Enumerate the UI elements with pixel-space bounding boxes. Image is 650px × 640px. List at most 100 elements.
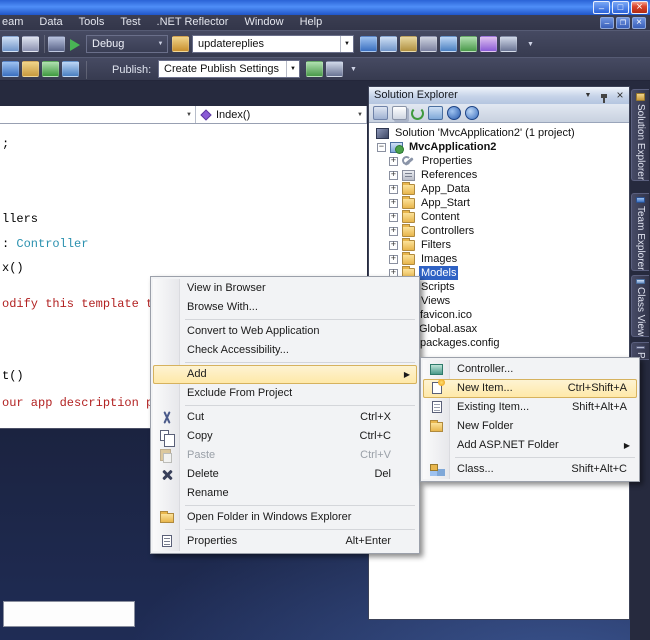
menu-item-check-accessibility[interactable]: Check Accessibility...: [153, 341, 417, 360]
object-browser-icon[interactable]: [440, 36, 457, 52]
panel-title: Solution Explorer: [374, 87, 458, 104]
menu-item-properties[interactable]: Properties Alt+Enter: [153, 532, 417, 551]
menu-item-new-folder[interactable]: New Folder: [423, 417, 637, 436]
menu-item-existing-item[interactable]: Existing Item... Shift+Alt+A: [423, 398, 637, 417]
minimize-button[interactable]: [593, 1, 610, 14]
publish-settings-dropdown[interactable]: Create Publish Settings: [158, 60, 300, 78]
sync-icon[interactable]: [62, 61, 79, 77]
tree-item-controllers[interactable]: Controllers: [369, 224, 629, 238]
menu-net-reflector[interactable]: .NET Reflector: [149, 15, 237, 30]
tab-solution-explorer[interactable]: Solution Explorer: [631, 89, 649, 181]
method-icon: [200, 109, 211, 120]
view-class-diagram-icon[interactable]: [428, 106, 443, 120]
expand-icon[interactable]: [389, 213, 398, 222]
toolbar-options-icon[interactable]: ▼: [350, 66, 357, 73]
properties-window-icon[interactable]: [380, 36, 397, 52]
tree-item-app-start[interactable]: App_Start: [369, 196, 629, 210]
save-all-icon[interactable]: [22, 36, 39, 52]
members-dropdown[interactable]: Index() ▼: [196, 106, 367, 123]
menu-window[interactable]: Window: [236, 15, 291, 30]
expand-icon[interactable]: [389, 171, 398, 180]
tree-item-solution[interactable]: Solution 'MvcApplication2' (1 project): [369, 126, 629, 140]
tree-item-project[interactable]: MvcApplication2: [369, 140, 629, 154]
find-icon[interactable]: [172, 36, 189, 52]
menu-data[interactable]: Data: [31, 15, 70, 30]
expand-icon[interactable]: [389, 199, 398, 208]
command-window-icon[interactable]: [500, 36, 517, 52]
menu-item-view-in-browser[interactable]: View in Browser: [153, 279, 417, 298]
toolbar-options-icon[interactable]: ▼: [527, 41, 534, 48]
chevron-down-icon[interactable]: [340, 36, 353, 52]
start-debugging-icon[interactable]: [70, 39, 80, 51]
tree-item-images[interactable]: Images: [369, 252, 629, 266]
error-list-icon[interactable]: [420, 36, 437, 52]
mdi-minimize-button[interactable]: [600, 17, 614, 29]
expand-icon[interactable]: [389, 241, 398, 250]
properties-icon[interactable]: [373, 106, 388, 120]
menu-item-open-folder-in-windows-explorer[interactable]: Open Folder in Windows Explorer: [153, 508, 417, 527]
find-combo[interactable]: updatereplies: [192, 35, 354, 53]
tree-item-filters[interactable]: Filters: [369, 238, 629, 252]
tree-item-properties[interactable]: Properties: [369, 154, 629, 168]
tree-item-content[interactable]: Content: [369, 210, 629, 224]
add-item-icon[interactable]: [2, 61, 19, 77]
tab-team-explorer[interactable]: Team Explorer: [631, 193, 649, 271]
view-code-icon[interactable]: [465, 106, 479, 120]
pin-icon[interactable]: [597, 89, 611, 102]
chevron-down-icon: ▼: [357, 112, 363, 118]
refresh-icon[interactable]: [42, 61, 59, 77]
solution-explorer-icon[interactable]: [360, 36, 377, 52]
expand-icon[interactable]: [389, 255, 398, 264]
menu-item-rename[interactable]: Rename: [153, 484, 417, 503]
menu-separator: [185, 405, 415, 406]
refresh-icon[interactable]: [411, 107, 424, 120]
menu-help[interactable]: Help: [292, 15, 331, 30]
menu-item-cut[interactable]: Cut Ctrl+X: [153, 408, 417, 427]
menu-item-paste[interactable]: Paste Ctrl+V: [153, 446, 417, 465]
toolbox-icon[interactable]: [400, 36, 417, 52]
collapse-icon[interactable]: [377, 143, 386, 152]
menu-item-exclude-from-project[interactable]: Exclude From Project: [153, 384, 417, 403]
new-folder-icon: [430, 422, 443, 432]
start-page-icon[interactable]: [460, 36, 477, 52]
solution-configurations-dropdown[interactable]: Debug: [86, 35, 168, 53]
chevron-down-icon[interactable]: [286, 61, 299, 77]
existing-item-icon: [432, 401, 442, 413]
menu-team[interactable]: eam: [0, 15, 31, 30]
menu-item-delete[interactable]: Delete Del: [153, 465, 417, 484]
menu-item-add-aspnet-folder[interactable]: Add ASP.NET Folder: [423, 436, 637, 455]
open-file-icon[interactable]: [22, 61, 39, 77]
save-icon[interactable]: [2, 36, 19, 52]
chevron-down-icon[interactable]: [154, 36, 167, 52]
maximize-button[interactable]: [612, 1, 629, 14]
solution-explorer-titlebar[interactable]: Solution Explorer: [369, 87, 629, 104]
collapse-all-icon[interactable]: [447, 106, 461, 120]
menu-item-browse-with[interactable]: Browse With...: [153, 298, 417, 317]
window-position-icon[interactable]: [581, 89, 595, 102]
mdi-close-button[interactable]: [632, 17, 646, 29]
types-dropdown[interactable]: ▼: [0, 106, 196, 123]
extension-manager-icon[interactable]: [480, 36, 497, 52]
tree-item-app-data[interactable]: App_Data: [369, 182, 629, 196]
menu-item-new-item[interactable]: New Item... Ctrl+Shift+A: [423, 379, 637, 398]
mdi-restore-button[interactable]: [616, 17, 630, 29]
menu-item-controller[interactable]: Controller...: [423, 360, 637, 379]
expand-icon[interactable]: [389, 157, 398, 166]
menu-item-convert-to-web-application[interactable]: Convert to Web Application: [153, 322, 417, 341]
publish-icon[interactable]: [306, 61, 323, 77]
expand-icon[interactable]: [389, 227, 398, 236]
undo-icon[interactable]: [48, 36, 65, 52]
menu-tools[interactable]: Tools: [71, 15, 113, 30]
tab-class-view[interactable]: Class View: [631, 275, 649, 337]
show-all-files-icon[interactable]: [392, 106, 407, 120]
close-button[interactable]: [631, 1, 648, 14]
menu-item-add[interactable]: Add: [153, 365, 417, 384]
close-icon[interactable]: [613, 89, 627, 102]
tree-item-references[interactable]: References: [369, 168, 629, 182]
expand-icon[interactable]: [389, 185, 398, 194]
menu-item-copy[interactable]: Copy Ctrl+C: [153, 427, 417, 446]
menu-test[interactable]: Test: [112, 15, 148, 30]
menu-item-class[interactable]: Class... Shift+Alt+C: [423, 460, 637, 479]
publish-settings-icon[interactable]: [326, 61, 343, 77]
folder-icon: [402, 254, 415, 265]
